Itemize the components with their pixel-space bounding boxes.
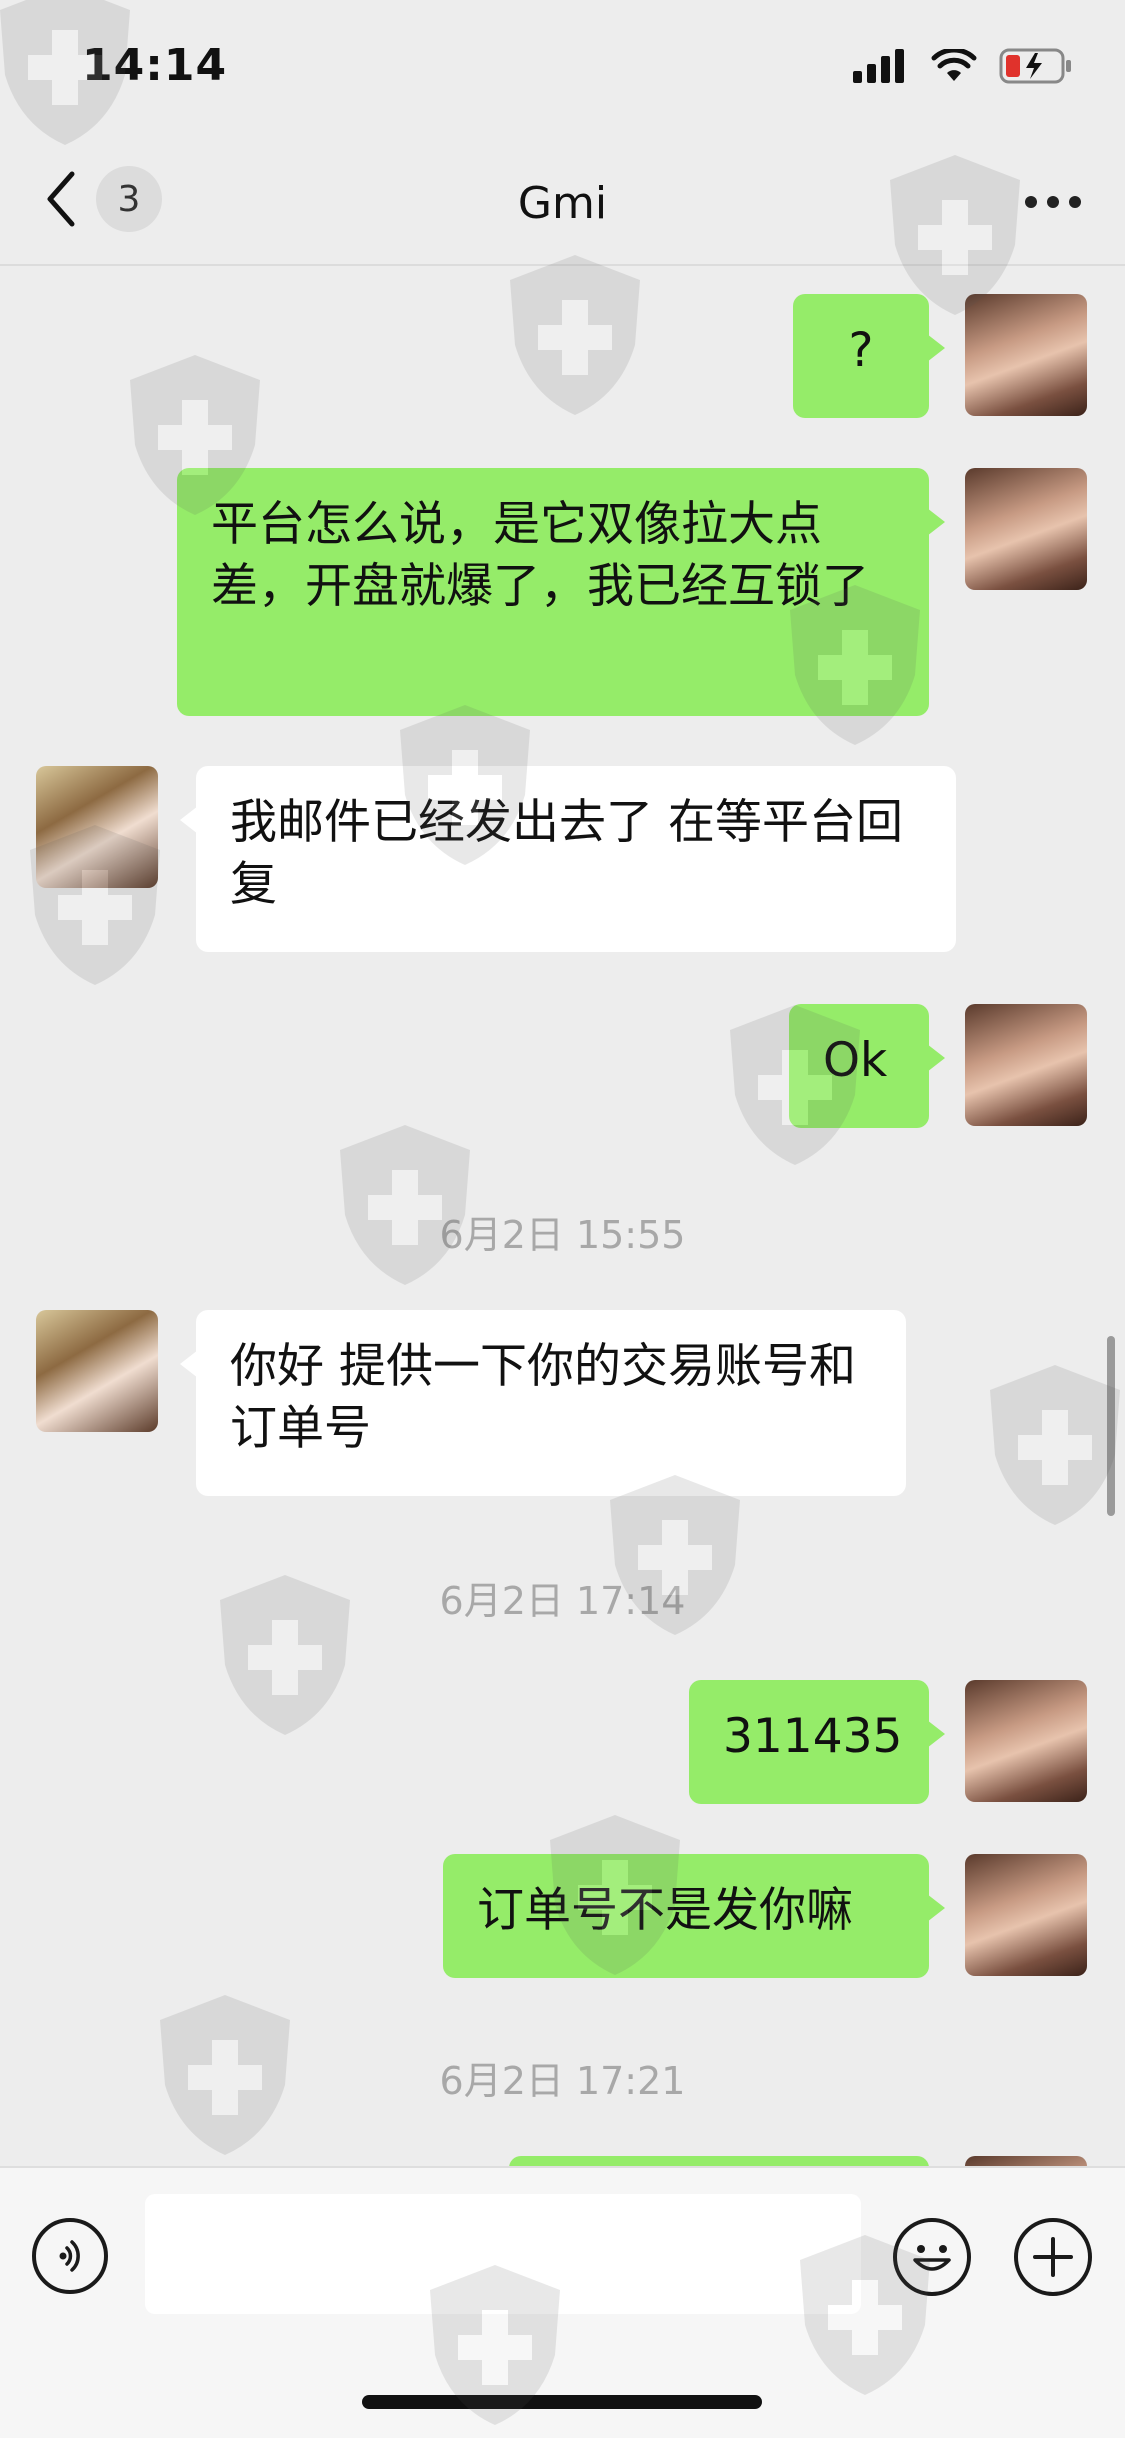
more-dots-icon: [1025, 196, 1037, 208]
scroll-indicator[interactable]: [1107, 1336, 1115, 1516]
status-time: 14:14: [82, 40, 228, 91]
battery-low-charging-icon: [999, 48, 1071, 84]
my-avatar[interactable]: [965, 2156, 1087, 2166]
chat-timestamp: 6月2日 15:55: [439, 1213, 686, 1257]
chat-timestamp: 6月2日 17:14: [439, 1579, 686, 1623]
cellular-signal-icon: [853, 49, 904, 83]
my-avatar[interactable]: [965, 1854, 1087, 1976]
status-bar: 14:14: [0, 0, 1125, 140]
home-indicator[interactable]: [362, 2395, 762, 2409]
sent-message-bubble[interactable]: 订单号不是发你嘛: [443, 1854, 945, 1978]
wifi-icon: [931, 49, 977, 81]
plus-circle-icon: [1033, 2237, 1073, 2277]
voice-input-icon: [59, 2240, 80, 2272]
more-button[interactable]: [1025, 196, 1081, 208]
emoji-button[interactable]: [893, 2218, 971, 2296]
contact-avatar[interactable]: [36, 1310, 158, 1432]
received-message-bubble[interactable]: 你好 提供一下你的交易账号和订单号: [180, 1310, 906, 1496]
my-avatar[interactable]: [965, 1004, 1087, 1126]
chat-title: Gmi: [517, 178, 608, 229]
status-icons: [853, 48, 1073, 84]
more-actions-button[interactable]: [1014, 2218, 1092, 2296]
more-dot: [1069, 196, 1081, 208]
sent-message-bubble[interactable]: 平台怎么说，是它双像拉大点差，开盘就爆了，我已经互锁了: [177, 468, 945, 716]
chat-header: 3 Gmi: [0, 140, 1125, 266]
voice-input-button[interactable]: [32, 2218, 108, 2294]
message-input[interactable]: [145, 2194, 861, 2314]
more-dot: [1047, 196, 1059, 208]
sent-message-bubble[interactable]: 311435: [689, 1680, 945, 1804]
emoji-smile-icon: [913, 2245, 951, 2271]
sent-message-bubble[interactable]: Ok: [789, 1004, 945, 1128]
chat-timestamp: 6月2日 17:21: [439, 2059, 686, 2103]
chat-message-list[interactable]: ? 平台怎么说，是它双像拉大点差，开盘就爆了，我已经互锁了 我邮件已经发出去了 …: [0, 266, 1125, 2166]
my-avatar[interactable]: [965, 468, 1087, 590]
sent-message-bubble-partial[interactable]: [509, 2156, 929, 2166]
sent-message-bubble[interactable]: ?: [793, 294, 945, 418]
contact-avatar[interactable]: [36, 766, 158, 888]
my-avatar[interactable]: [965, 1680, 1087, 1802]
my-avatar[interactable]: [965, 294, 1087, 416]
received-message-bubble[interactable]: 我邮件已经发出去了 在等平台回复: [180, 766, 956, 952]
